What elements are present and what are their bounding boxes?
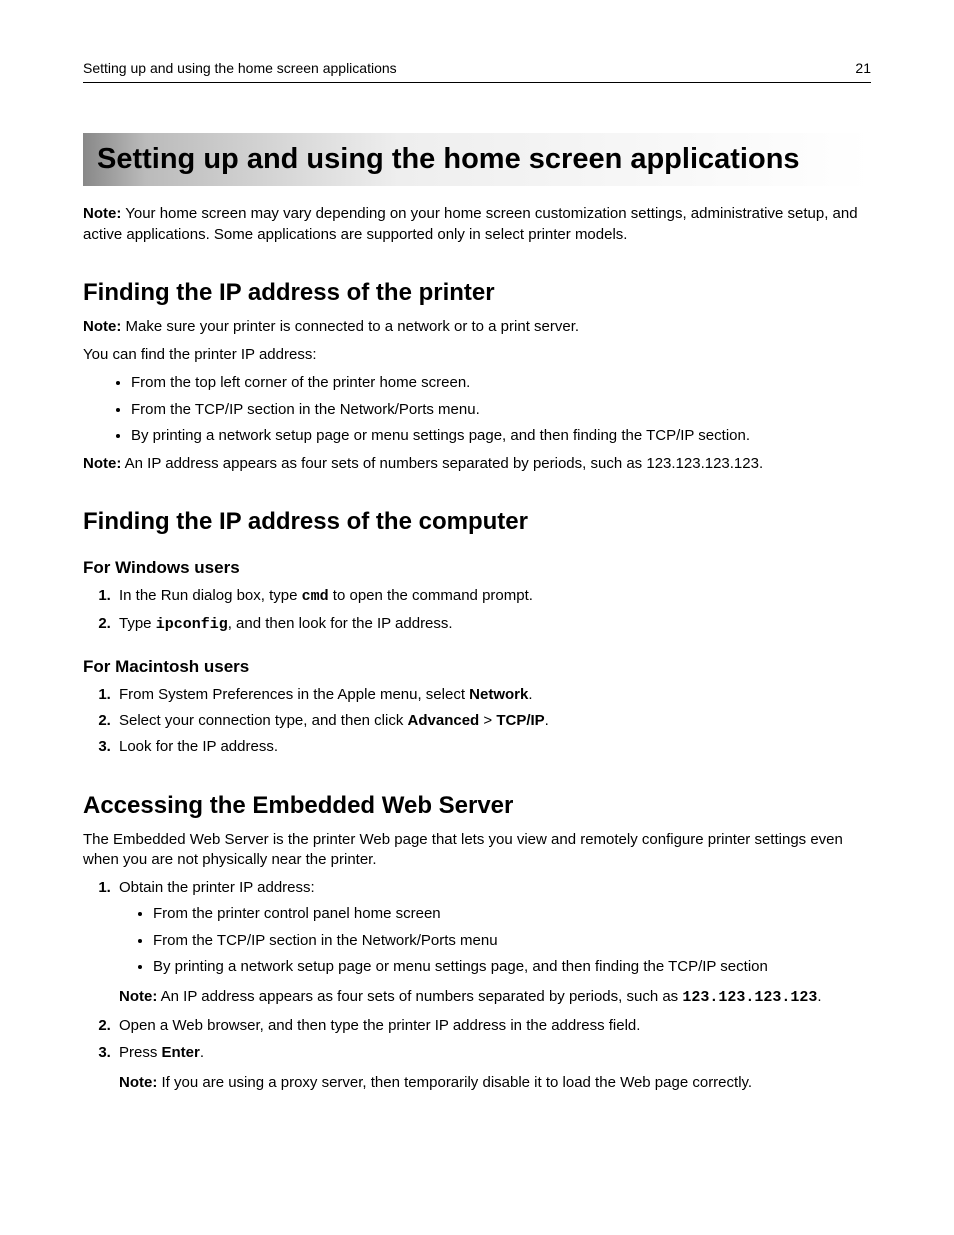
list-item: From System Preferences in the Apple men… xyxy=(115,685,871,705)
step-text: to open the command prompt. xyxy=(329,587,533,604)
step-text: From System Preferences in the Apple men… xyxy=(119,686,469,703)
note-label: Note: xyxy=(83,455,121,472)
ews-steps: Obtain the printer IP address: From the … xyxy=(83,878,871,1093)
subsection-heading-mac: For Macintosh users xyxy=(83,657,871,677)
intro-note: Note: Your home screen may vary dependin… xyxy=(83,204,871,245)
list-item: From the TCP/IP section in the Network/P… xyxy=(131,400,871,420)
section-heading-printer-ip: Finding the IP address of the printer xyxy=(83,279,871,307)
running-header: Setting up and using the home screen app… xyxy=(83,60,871,83)
step-text: In the Run dialog box, type xyxy=(119,587,302,604)
list-item: From the top left corner of the printer … xyxy=(131,373,871,393)
s3-step3-note: Note: If you are using a proxy server, t… xyxy=(119,1073,871,1093)
list-item: Type ipconfig, and then look for the IP … xyxy=(115,614,871,635)
note-text: An IP address appears as four sets of nu… xyxy=(121,455,763,472)
s1-bullet-list: From the top left corner of the printer … xyxy=(83,373,871,446)
list-item: From the printer control panel home scre… xyxy=(153,904,871,924)
list-item: In the Run dialog box, type cmd to open … xyxy=(115,586,871,607)
section-heading-computer-ip: Finding the IP address of the computer xyxy=(83,508,871,536)
note-label: Note: xyxy=(83,205,121,222)
list-item: Open a Web browser, and then type the pr… xyxy=(115,1016,871,1036)
s3-para: The Embedded Web Server is the printer W… xyxy=(83,830,871,871)
mac-steps: From System Preferences in the Apple men… xyxy=(83,685,871,758)
step-text: Type xyxy=(119,615,156,632)
list-item: From the TCP/IP section in the Network/P… xyxy=(153,931,871,951)
list-item: By printing a network setup page or menu… xyxy=(153,957,871,977)
list-item: Select your connection type, and then cl… xyxy=(115,711,871,731)
step-text: Select your connection type, and then cl… xyxy=(119,712,408,729)
step-text: . xyxy=(528,686,532,703)
step-text: > xyxy=(479,712,496,729)
note-text: Your home screen may vary depending on y… xyxy=(83,205,858,242)
header-left: Setting up and using the home screen app… xyxy=(83,60,397,76)
step-text: Obtain the printer IP address: xyxy=(119,879,315,896)
ui-label: Network xyxy=(469,686,528,703)
note-text: . xyxy=(817,988,821,1005)
ui-label: Advanced xyxy=(408,712,480,729)
step-text: . xyxy=(200,1044,204,1061)
list-item: Look for the IP address. xyxy=(115,737,871,757)
s1-note2: Note: An IP address appears as four sets… xyxy=(83,454,871,474)
note-text: An IP address appears as four sets of nu… xyxy=(157,988,682,1005)
cmd-text: cmd xyxy=(302,588,329,605)
note-text: Make sure your printer is connected to a… xyxy=(121,318,579,335)
ui-label: TCP/IP xyxy=(496,712,544,729)
s1-note1: Note: Make sure your printer is connecte… xyxy=(83,317,871,337)
page-title: Setting up and using the home screen app… xyxy=(83,133,871,186)
page: Setting up and using the home screen app… xyxy=(0,0,954,1181)
step-text: Press xyxy=(119,1044,162,1061)
list-item: By printing a network setup page or menu… xyxy=(131,426,871,446)
page-number: 21 xyxy=(855,60,871,76)
list-item: Press Enter. Note: If you are using a pr… xyxy=(115,1043,871,1094)
cmd-text: ipconfig xyxy=(156,616,228,633)
s3-step1-bullets: From the printer control panel home scre… xyxy=(119,904,871,977)
s1-lead: You can find the printer IP address: xyxy=(83,345,871,365)
ip-example: 123.123.123.123 xyxy=(682,989,817,1006)
windows-steps: In the Run dialog box, type cmd to open … xyxy=(83,586,871,635)
section-heading-ews: Accessing the Embedded Web Server xyxy=(83,792,871,820)
step-text: , and then look for the IP address. xyxy=(228,615,453,632)
step-text: . xyxy=(545,712,549,729)
note-label: Note: xyxy=(119,988,157,1005)
list-item: Obtain the printer IP address: From the … xyxy=(115,878,871,1008)
note-label: Note: xyxy=(83,318,121,335)
s3-step1-note: Note: An IP address appears as four sets… xyxy=(119,987,871,1008)
subsection-heading-windows: For Windows users xyxy=(83,558,871,578)
note-label: Note: xyxy=(119,1074,157,1091)
note-text: If you are using a proxy server, then te… xyxy=(157,1074,752,1091)
ui-label: Enter xyxy=(162,1044,200,1061)
